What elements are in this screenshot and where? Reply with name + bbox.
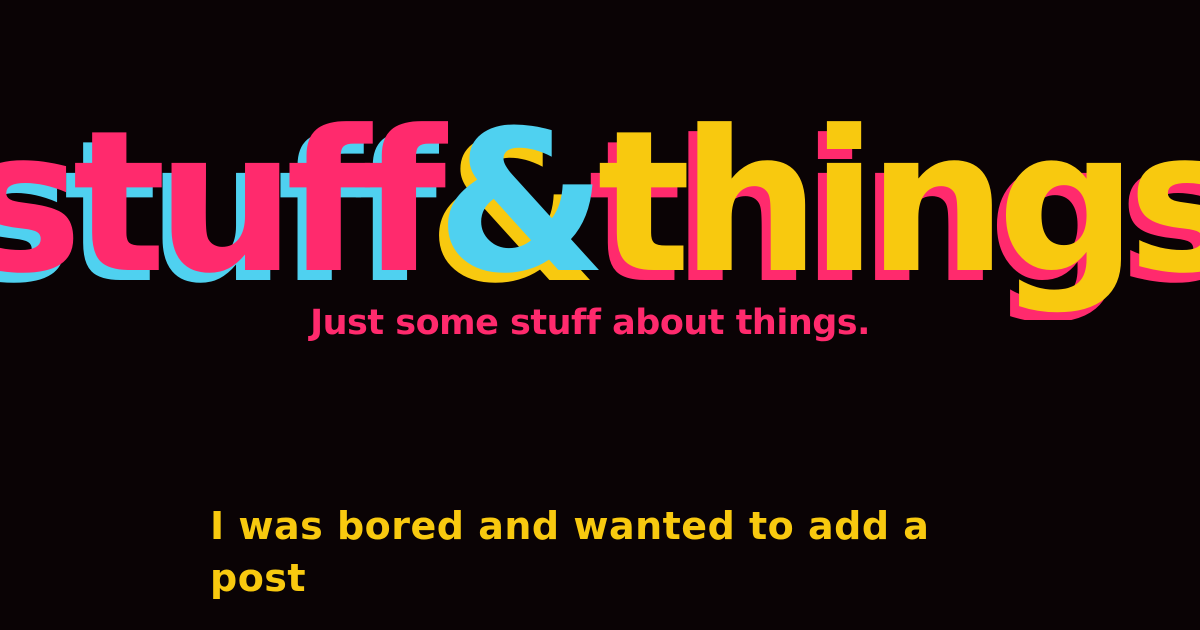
logo-wordmark: stuff&things stuff&things bbox=[0, 100, 1200, 320]
logo-ampersand: & bbox=[436, 100, 599, 317]
site-logo[interactable]: stuff&things stuff&things bbox=[0, 100, 1200, 320]
post-title[interactable]: I was bored and wanted to add a post bbox=[210, 500, 930, 604]
logo-main: stuff&things bbox=[0, 100, 1200, 317]
logo-stuff: stuff bbox=[0, 100, 448, 317]
logo-things: things bbox=[597, 100, 1200, 317]
site-tagline: Just some stuff about things. bbox=[310, 303, 870, 343]
